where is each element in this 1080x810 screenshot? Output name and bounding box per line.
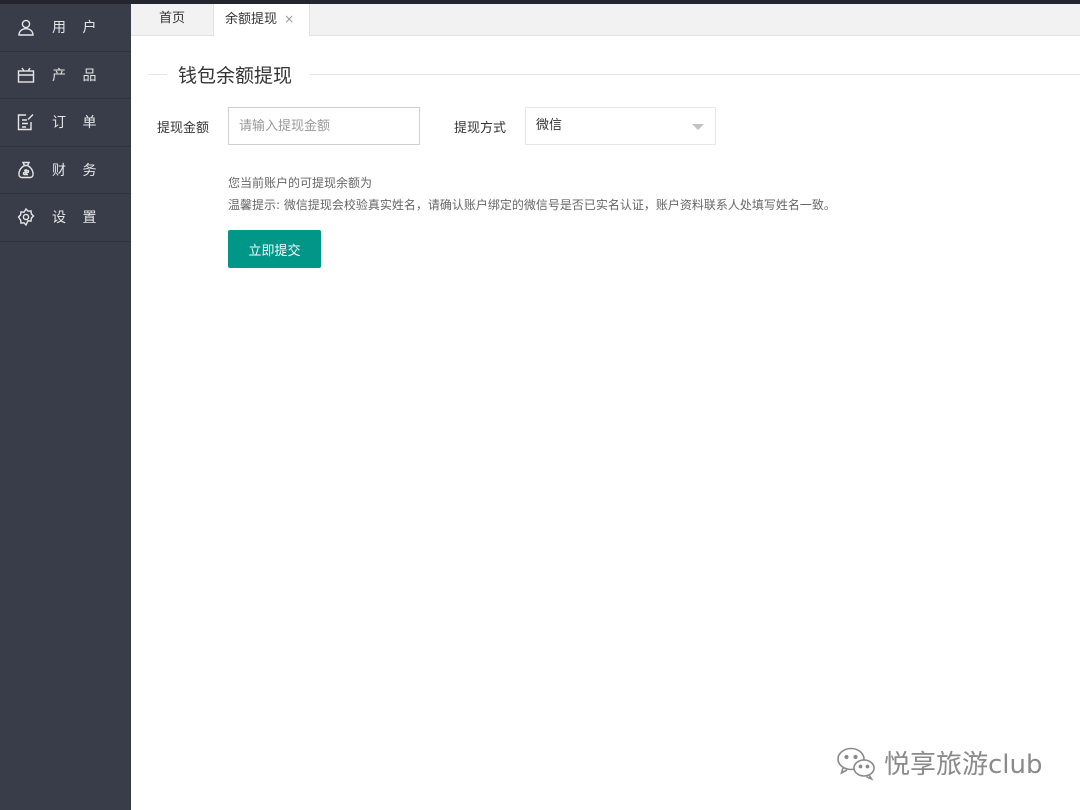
method-select[interactable]: 微信: [525, 107, 716, 145]
amount-input[interactable]: [228, 107, 420, 145]
wechat-icon: [837, 747, 875, 781]
sidebar-item-label: 用 户: [52, 20, 103, 37]
sidebar-item-settings[interactable]: 设 置: [0, 194, 131, 242]
sidebar-item-users[interactable]: 用 户: [0, 4, 131, 52]
method-label: 提现方式: [454, 121, 507, 136]
gear-icon: [16, 207, 36, 227]
watermark: 悦享旅游club: [836, 744, 1043, 781]
submit-button[interactable]: 立即提交: [228, 230, 321, 268]
watermark-text: 悦享旅游club: [884, 750, 1043, 780]
order-icon: [16, 112, 36, 132]
amount-label: 提现金额: [157, 121, 210, 136]
sidebar-item-label: 设 置: [52, 210, 103, 227]
sidebar-item-orders[interactable]: 订 单: [0, 99, 131, 147]
tab-home[interactable]: 首页: [131, 4, 213, 36]
sidebar-item-products[interactable]: 产 品: [0, 52, 131, 99]
close-icon[interactable]: ×: [284, 12, 294, 26]
main-content: 钱包余额提现 提现金额 提现方式 微信 您当前账户的可提现余额为 温馨提示: 微…: [131, 36, 1080, 810]
tip-text: 温馨提示: 微信提现会校验真实姓名，请确认账户绑定的微信号是否已实名认证，账户资…: [228, 198, 836, 212]
sidebar-item-finance[interactable]: 财 务: [0, 147, 131, 194]
divider: [148, 74, 167, 75]
tab-bar: 首页 余额提现 ×: [131, 4, 1080, 37]
tab-label: 余额提现: [225, 12, 278, 27]
divider: [309, 74, 1080, 75]
sidebar-item-label: 订 单: [52, 115, 103, 132]
balance-text: 您当前账户的可提现余额为: [228, 176, 373, 190]
sidebar-item-label: 产 品: [52, 67, 103, 84]
sidebar: 用 户 产 品 订 单 财 务 设 置: [0, 4, 131, 810]
sidebar-item-label: 财 务: [52, 162, 103, 179]
page-title: 钱包余额提现: [178, 65, 293, 87]
caret-down-icon: [692, 124, 704, 130]
money-bag-icon: [16, 160, 36, 180]
product-icon: [16, 65, 36, 85]
method-select-value: 微信: [536, 118, 563, 133]
user-icon: [16, 17, 36, 37]
tab-balance-withdraw[interactable]: 余额提现 ×: [213, 4, 310, 37]
